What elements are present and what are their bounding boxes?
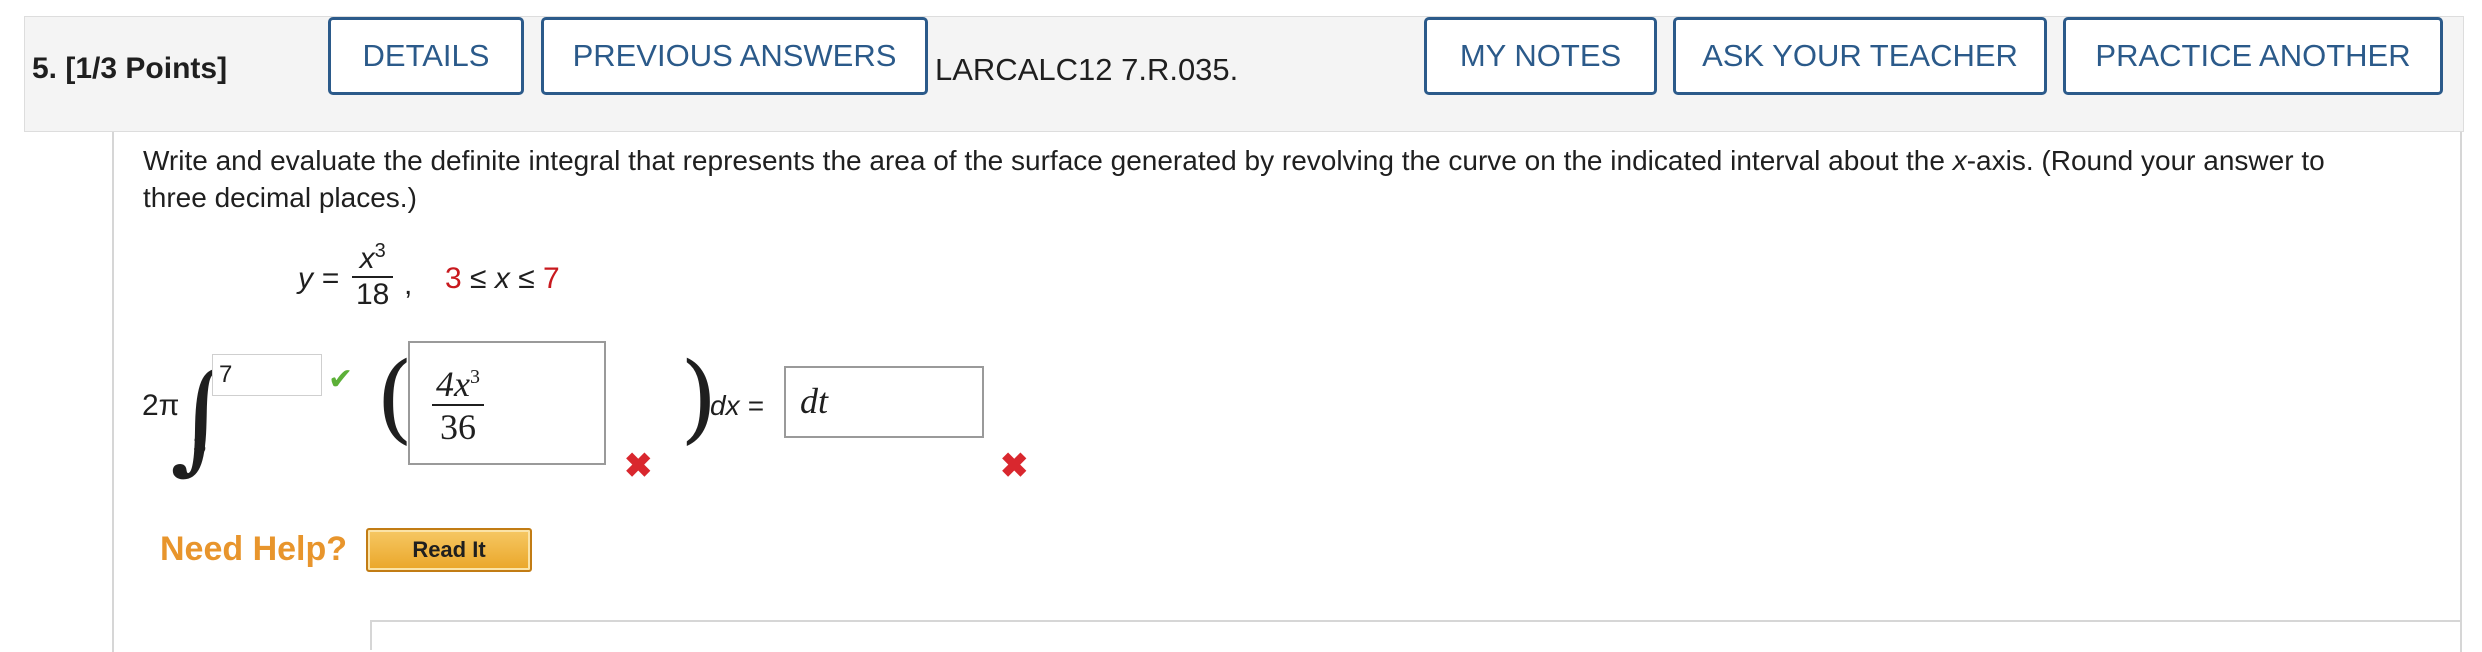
integrand-numerator-base: 4x xyxy=(436,364,470,404)
need-help-label: Need Help? xyxy=(160,530,348,568)
upper-limit-input[interactable]: 7 xyxy=(212,354,322,396)
read-it-button[interactable]: Read It xyxy=(366,528,532,572)
x-icon: ✖ xyxy=(1000,447,1029,485)
function-lhs: y = xyxy=(298,262,339,295)
integrand-fraction: 4x3 36 xyxy=(432,357,484,448)
function-denominator: 18 xyxy=(356,278,390,311)
practice-another-button[interactable]: PRACTICE ANOTHER xyxy=(2063,17,2443,95)
dx-label: dx = xyxy=(710,390,764,421)
interval-var: x xyxy=(494,262,510,295)
function-numerator-exp: 3 xyxy=(374,240,386,262)
bottom-panel xyxy=(370,620,2462,650)
prompt-variable: x xyxy=(1952,145,1967,176)
function-comma: , xyxy=(404,268,413,301)
previous-answers-button[interactable]: PREVIOUS ANSWERS xyxy=(541,17,928,95)
question-points: [1/3 Points] xyxy=(65,52,228,85)
interval: 3 ≤ x ≤ 7 xyxy=(445,262,560,296)
prompt-text-1: Write and evaluate the definite integral… xyxy=(143,145,1953,176)
check-icon: ✔ xyxy=(328,363,354,396)
question-id: LARCALC12 7.R.035. xyxy=(935,52,1239,87)
question-number: 5. xyxy=(32,52,58,85)
interval-high: 7 xyxy=(543,262,560,295)
interval-le-1: ≤ xyxy=(470,262,487,295)
ask-your-teacher-button[interactable]: ASK YOUR TEACHER xyxy=(1673,17,2047,95)
question-prompt: Write and evaluate the definite integral… xyxy=(143,142,2383,216)
function-numerator-base: x xyxy=(359,242,375,275)
question-number-points: 5. [1/3 Points] xyxy=(32,52,227,86)
result-input[interactable]: dt xyxy=(784,366,984,438)
interval-low: 3 xyxy=(445,262,462,295)
function-fraction: x3 18 xyxy=(352,240,394,312)
integrand-numerator-exp: 3 xyxy=(469,366,480,388)
x-icon: ✖ xyxy=(624,447,653,485)
integrand-denominator: 36 xyxy=(439,407,476,447)
lower-limit: 3 xyxy=(193,432,207,459)
details-button[interactable]: DETAILS xyxy=(328,17,524,95)
interval-le-2: ≤ xyxy=(518,262,535,295)
my-notes-button[interactable]: MY NOTES xyxy=(1424,17,1657,95)
integrand-input[interactable]: 4x3 36 xyxy=(408,341,606,465)
